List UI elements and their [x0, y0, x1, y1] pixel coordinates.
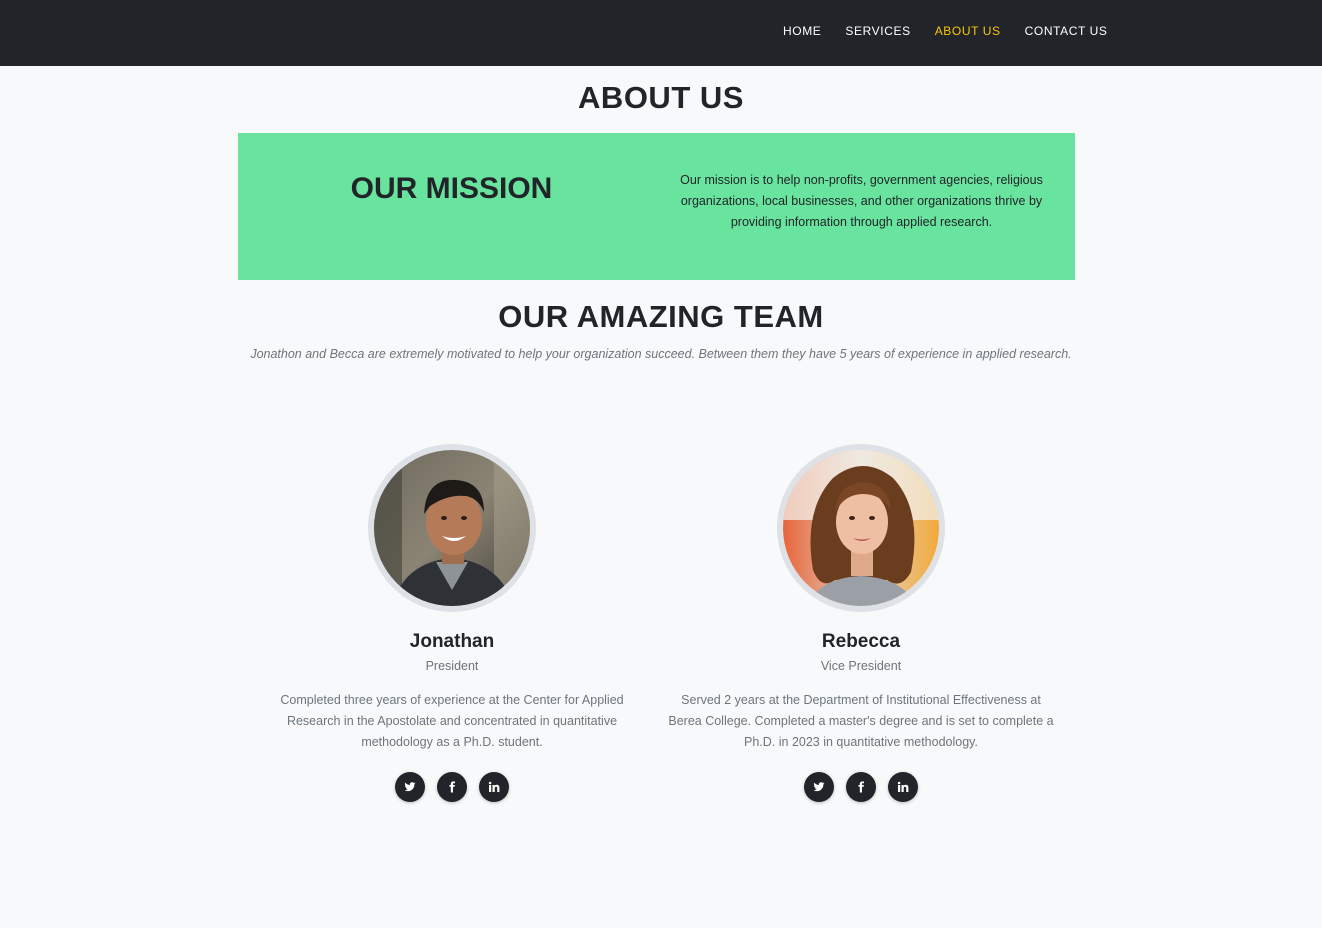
twitter-button[interactable]: [804, 772, 834, 802]
nav-about-us-link[interactable]: ABOUT US: [935, 24, 1001, 38]
linkedin-button[interactable]: [888, 772, 918, 802]
member-name: Rebecca: [821, 631, 901, 652]
linkedin-icon: [488, 781, 500, 792]
facebook-icon: [858, 781, 864, 793]
social-links: [666, 772, 1056, 802]
member-bio: Served 2 years at the Department of Inst…: [668, 693, 1054, 749]
nav-home-link[interactable]: HOME: [783, 24, 821, 38]
twitter-icon: [404, 782, 416, 792]
team-subtitle: Jonathon and Becca are extremely motivat…: [250, 347, 1072, 361]
social-links: [257, 772, 647, 802]
nav-links: HOME SERVICES ABOUT US CONTACT US: [783, 24, 1132, 38]
facebook-icon: [449, 781, 455, 793]
member-bio: Completed three years of experience at t…: [280, 693, 624, 749]
nav-services-link[interactable]: SERVICES: [845, 24, 910, 38]
mission-title: OUR MISSION: [350, 172, 553, 205]
member-role: Vice President: [820, 659, 902, 673]
team-member-card: Jonathan President Completed three years…: [257, 444, 647, 802]
team-title: OUR AMAZING TEAM: [498, 299, 824, 334]
linkedin-button[interactable]: [479, 772, 509, 802]
team-member-card: Rebecca Vice President Served 2 years at…: [666, 444, 1056, 802]
member-role: President: [425, 659, 479, 673]
navbar: HOME SERVICES ABOUT US CONTACT US: [0, 0, 1322, 66]
twitter-icon: [813, 782, 825, 792]
mission-section: OUR MISSION Our mission is to help non-p…: [238, 133, 1075, 280]
nav-contact-us-link[interactable]: CONTACT US: [1025, 24, 1108, 38]
page-title: ABOUT US: [578, 80, 744, 115]
mission-text: Our mission is to help non-profits, gove…: [680, 173, 1043, 229]
rebecca-photo: [783, 450, 939, 606]
facebook-button[interactable]: [846, 772, 876, 802]
jonathan-photo: [374, 450, 530, 606]
member-name: Jonathan: [409, 631, 495, 652]
avatar: [368, 444, 536, 612]
linkedin-icon: [897, 781, 909, 792]
avatar: [777, 444, 945, 612]
facebook-button[interactable]: [437, 772, 467, 802]
twitter-button[interactable]: [395, 772, 425, 802]
